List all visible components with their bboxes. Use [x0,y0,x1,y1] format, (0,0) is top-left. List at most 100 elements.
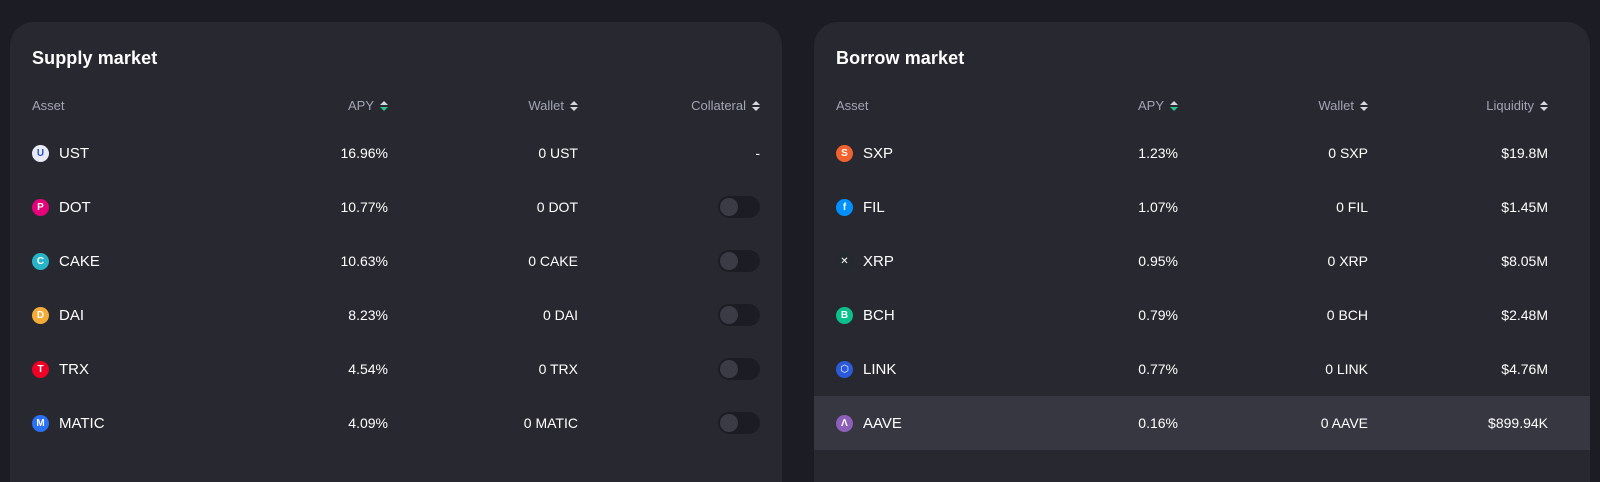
ust-icon: U [32,144,49,162]
apy-cell-value: 1.07% [1138,199,1178,215]
wallet-cell-value: 0 FIL [1336,199,1368,215]
borrow-header-apy[interactable]: APY [1138,94,1178,118]
supply-header-wallet[interactable]: Wallet [528,94,578,118]
asset-cell: S SXP [836,126,893,180]
apy-cell-value: 4.54% [348,361,388,377]
wallet-cell: 0 AAVE [1321,396,1368,450]
apy-cell: 4.54% [348,342,388,396]
liquidity-cell: $8.05M [1501,234,1548,288]
asset-symbol: CAKE [59,252,100,270]
sort-icon [1360,101,1368,111]
asset-cell: ⬡ LINK [836,342,896,396]
apy-cell: 0.95% [1138,234,1178,288]
wallet-cell: 0 DAI [543,288,578,342]
wallet-cell-value: 0 AAVE [1320,415,1368,431]
collateral-cell[interactable] [718,342,760,396]
trx-icon: T [32,360,49,378]
apy-cell: 10.63% [341,234,388,288]
collateral-cell[interactable] [718,180,760,234]
wallet-cell: 0 LINK [1325,342,1368,396]
wallet-cell-value: 0 LINK [1325,361,1368,377]
supply-row-dai[interactable]: D DAI 8.23% 0 DAI [10,288,782,342]
asset-symbol: BCH [863,306,895,324]
asset-symbol: FIL [863,198,885,216]
liquidity-cell: $19.8M [1501,126,1548,180]
wallet-cell-value: 0 UST [538,145,578,161]
apy-cell-value: 10.77% [340,199,388,215]
collateral-toggle[interactable] [718,358,760,380]
toggle-knob [720,306,738,324]
dot-icon: P [32,198,49,216]
supply-row-ust[interactable]: U UST 16.96% 0 UST - [10,126,782,180]
supply-header-collateral[interactable]: Collateral [691,94,760,118]
matic-icon: M [32,414,49,432]
borrow-market-title: Borrow market [836,48,965,68]
borrow-row-sxp[interactable]: S SXP 1.23% 0 SXP $19.8M [814,126,1590,180]
toggle-knob [720,360,738,378]
asset-symbol: DOT [59,198,91,216]
apy-cell-value: 0.16% [1138,415,1178,431]
supply-row-matic[interactable]: M MATIC 4.09% 0 MATIC [10,396,782,450]
apy-cell: 1.23% [1138,126,1178,180]
cake-icon: C [32,252,49,270]
apy-cell-value: 8.23% [348,307,388,323]
wallet-cell: 0 UST [538,126,578,180]
xrp-icon: ✕ [836,252,853,270]
wallet-cell: 0 XRP [1328,234,1368,288]
apy-cell-value: 16.96% [340,145,388,161]
supply-header-apy[interactable]: APY [348,94,388,118]
apy-cell: 1.07% [1138,180,1178,234]
bch-icon: B [836,306,853,324]
borrow-row-fil[interactable]: f FIL 1.07% 0 FIL $1.45M [814,180,1590,234]
borrow-row-link[interactable]: ⬡ LINK 0.77% 0 LINK $4.76M [814,342,1590,396]
toggle-knob [720,252,738,270]
asset-symbol: SXP [863,144,894,162]
collateral-cell[interactable] [718,288,760,342]
wallet-cell-value: 0 XRP [1327,253,1368,269]
wallet-cell-value: 0 BCH [1326,307,1368,323]
asset-symbol: MATIC [59,414,105,432]
wallet-cell-value: 0 TRX [538,361,578,377]
borrow-header-liquidity[interactable]: Liquidity [1486,94,1548,118]
collateral-cell[interactable] [718,396,760,450]
supply-row-trx[interactable]: T TRX 4.54% 0 TRX [10,342,782,396]
supply-market-panel: Supply market Asset APY Wallet Collatera… [10,22,782,482]
dai-icon: D [32,306,49,324]
asset-symbol: XRP [863,252,894,270]
supply-header-asset: Asset [32,98,65,113]
liquidity-cell-value: $8.05M [1501,253,1548,269]
apy-cell-value: 1.23% [1138,145,1178,161]
wallet-cell: 0 BCH [1327,288,1368,342]
borrow-header-wallet[interactable]: Wallet [1318,94,1368,118]
liquidity-cell-value: $2.48M [1501,307,1548,323]
supply-row-dot[interactable]: P DOT 10.77% 0 DOT [10,180,782,234]
apy-cell: 0.77% [1138,342,1178,396]
supply-row-cake[interactable]: C CAKE 10.63% 0 CAKE [10,234,782,288]
asset-cell: P DOT [32,180,91,234]
liquidity-cell: $1.45M [1501,180,1548,234]
sort-icon [1540,101,1548,111]
wallet-cell-value: 0 MATIC [523,415,578,431]
aave-icon: Λ [836,414,853,432]
asset-cell: Λ AAVE [836,396,902,450]
collateral-cell[interactable] [718,234,760,288]
collateral-toggle[interactable] [718,196,760,218]
borrow-header-asset: Asset [836,98,869,113]
collateral-toggle[interactable] [718,250,760,272]
apy-cell: 16.96% [341,126,388,180]
sort-icon [752,101,760,111]
borrow-row-aave[interactable]: Λ AAVE 0.16% 0 AAVE $899.94K [814,396,1590,450]
asset-cell: ✕ XRP [836,234,894,288]
asset-cell: M MATIC [32,396,105,450]
link-icon: ⬡ [836,360,853,378]
collateral-toggle[interactable] [718,412,760,434]
borrow-row-xrp[interactable]: ✕ XRP 0.95% 0 XRP $8.05M [814,234,1590,288]
borrow-row-bch[interactable]: B BCH 0.79% 0 BCH $2.48M [814,288,1590,342]
liquidity-cell: $899.94K [1488,396,1548,450]
asset-cell: U UST [32,126,89,180]
asset-cell: B BCH [836,288,895,342]
wallet-cell: 0 FIL [1336,180,1368,234]
collateral-toggle[interactable] [718,304,760,326]
apy-cell-value: 0.95% [1138,253,1178,269]
borrow-market-panel: Borrow market Asset APY Wallet Liquidity… [814,22,1590,482]
